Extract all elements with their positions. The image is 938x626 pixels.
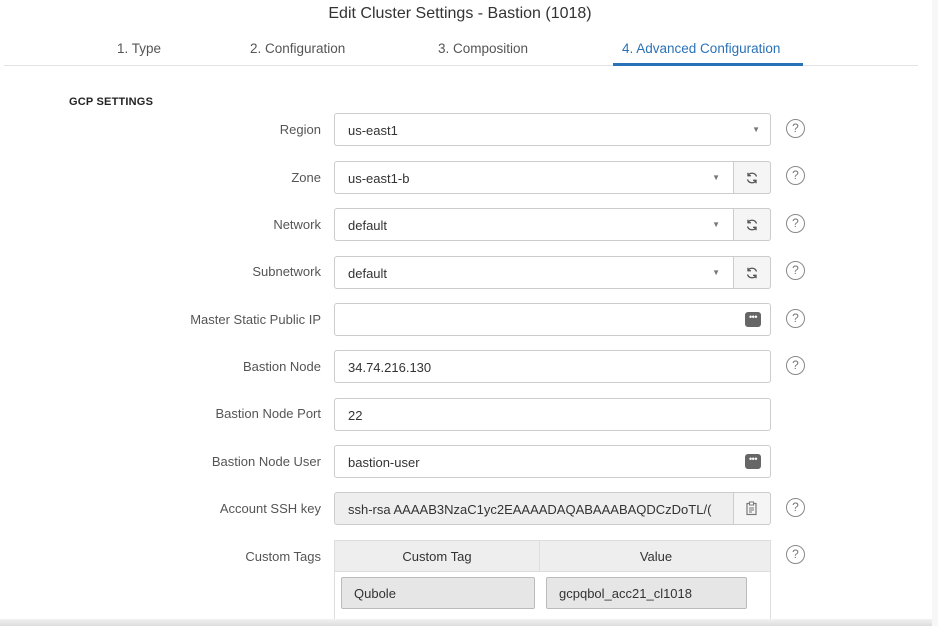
bastion-user-label: Bastion Node User (211, 454, 321, 469)
ssh-key-label: Account SSH key (219, 501, 321, 516)
column-header-custom-tag: Custom Tag (335, 541, 540, 572)
network-label: Network (273, 217, 321, 232)
custom-tag-value-input[interactable]: gcpqbol_acc21_cl1018 (546, 577, 747, 609)
subnetwork-value: default (348, 266, 388, 281)
tab-configuration[interactable]: 2. Configuration (250, 41, 345, 56)
wizard-tabs: 1. Type 2. Configuration 3. Composition … (4, 34, 918, 66)
network-refresh-button[interactable] (733, 208, 771, 241)
ssh-key-value: ssh-rsa AAAAB3NzaC1yc2EAAAADAQABAAABAQDC… (348, 502, 712, 517)
custom-tags-table: Custom Tag Value Qubole gcpqbol_acc21_cl… (334, 540, 771, 626)
custom-tag-key-input[interactable]: Qubole (341, 577, 535, 609)
chevron-down-icon: ▼ (712, 173, 720, 182)
column-header-value: Value (540, 541, 770, 572)
custom-tags-help-icon[interactable]: ? (786, 545, 805, 564)
tab-composition[interactable]: 3. Composition (438, 41, 528, 56)
bastion-user-input[interactable]: bastion-user ••• (334, 445, 771, 478)
zone-select[interactable]: us-east1-b ▼ (334, 161, 771, 194)
network-help-icon[interactable]: ? (786, 214, 805, 233)
bastion-port-input[interactable]: 22 (334, 398, 771, 431)
page-title: Edit Cluster Settings - Bastion (1018) (328, 5, 592, 22)
refresh-icon (746, 267, 758, 278)
subnetwork-help-icon[interactable]: ? (786, 261, 805, 280)
master-ip-help-icon[interactable]: ? (786, 309, 805, 328)
copy-button[interactable] (733, 492, 771, 525)
bastion-user-value: bastion-user (348, 455, 420, 470)
subnetwork-refresh-button[interactable] (733, 256, 771, 289)
scrollbar[interactable] (932, 0, 938, 626)
custom-tags-label: Custom Tags (245, 549, 321, 564)
network-select[interactable]: default ▼ (334, 208, 771, 241)
region-label: Region (279, 122, 321, 137)
subnetwork-select[interactable]: default ▼ (334, 256, 771, 289)
region-help-icon[interactable]: ? (786, 119, 805, 138)
chevron-down-icon: ▼ (712, 220, 720, 229)
modal-footer-divider (0, 619, 938, 626)
network-value: default (348, 218, 388, 233)
subnetwork-label: Subnetwork (252, 264, 321, 279)
zone-label: Zone (291, 170, 321, 185)
zone-value: us-east1-b (348, 171, 410, 186)
bastion-port-value: 22 (348, 408, 363, 423)
ssh-key-help-icon[interactable]: ? (786, 498, 805, 517)
master-ip-input[interactable]: ••• (334, 303, 771, 336)
zone-refresh-button[interactable] (733, 161, 771, 194)
bastion-node-label: Bastion Node (242, 359, 321, 374)
ssh-key-input[interactable]: ssh-rsa AAAAB3NzaC1yc2EAAAADAQABAAABAQDC… (334, 492, 771, 525)
zone-help-icon[interactable]: ? (786, 166, 805, 185)
refresh-icon (746, 172, 758, 183)
chevron-down-icon: ▼ (752, 125, 760, 134)
active-tab-indicator (613, 63, 803, 66)
region-value: us-east1 (348, 123, 398, 138)
tab-advanced-configuration[interactable]: 4. Advanced Configuration (622, 41, 780, 56)
more-options-icon[interactable]: ••• (745, 312, 761, 327)
bastion-node-value: 34.74.216.130 (348, 360, 432, 375)
chevron-down-icon: ▼ (712, 268, 720, 277)
section-title: GCP SETTINGS (69, 96, 154, 108)
bastion-node-input[interactable]: 34.74.216.130 (334, 350, 771, 383)
tab-type[interactable]: 1. Type (117, 41, 161, 56)
more-options-icon[interactable]: ••• (745, 454, 761, 469)
master-ip-label: Master Static Public IP (190, 312, 321, 327)
region-select[interactable]: us-east1 ▼ (334, 113, 771, 146)
bastion-node-help-icon[interactable]: ? (786, 356, 805, 375)
refresh-icon (746, 219, 758, 230)
bastion-port-label: Bastion Node Port (215, 406, 321, 421)
clipboard-icon (746, 501, 757, 516)
